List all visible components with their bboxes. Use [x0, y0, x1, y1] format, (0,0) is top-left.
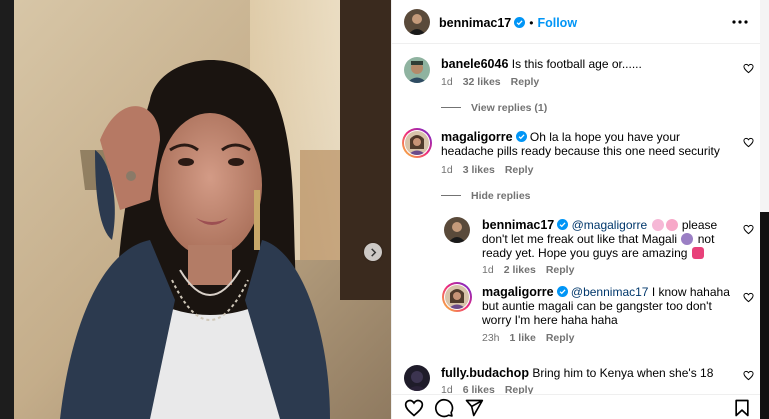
reply-button[interactable]: Reply — [511, 76, 540, 88]
heart-outline-icon[interactable] — [743, 224, 754, 235]
hide-replies-label: Hide replies — [471, 190, 531, 202]
reply-item: magaligorre @bennimac17 I know hahaha bu… — [392, 282, 761, 347]
heart-face-emoji — [651, 219, 664, 231]
hide-replies-button[interactable]: Hide replies — [441, 190, 531, 202]
more-horizontal-icon[interactable] — [731, 13, 749, 31]
verified-badge-icon — [514, 17, 526, 28]
reply-meta: 1d 2 likes Reply — [482, 264, 584, 276]
comment-item: banele6046 Is this football age or......… — [392, 52, 761, 132]
comment-icon[interactable] — [434, 398, 454, 418]
praying-hands-emoji — [681, 233, 694, 245]
comment-meta: 1d 3 likes Reply — [441, 164, 543, 176]
scrollbar-backdrop — [760, 0, 769, 419]
reply-likes[interactable]: 1 like — [510, 332, 536, 344]
reply-likes[interactable]: 2 likes — [504, 264, 536, 276]
next-photo-button[interactable] — [364, 243, 382, 261]
reply-item: bennimac17 @magaligorre please don't let… — [392, 215, 761, 280]
post-header: bennimac17 • Follow — [392, 0, 761, 44]
comment-time[interactable]: 1d — [441, 164, 453, 176]
comment-text: Is this football age or...... — [511, 57, 642, 71]
view-replies-button[interactable]: View replies (1) — [441, 102, 547, 114]
comment-username[interactable]: fully.budachop — [441, 366, 529, 380]
comment-likes[interactable]: 3 likes — [463, 164, 495, 176]
heart-face-emoji — [665, 219, 678, 231]
reply-meta: 23h 1 like Reply — [482, 332, 584, 344]
heart-outline-icon[interactable] — [743, 292, 754, 303]
comment-time[interactable]: 1d — [441, 76, 453, 88]
heart-outline-icon[interactable] — [743, 63, 754, 74]
verified-badge-icon — [515, 131, 527, 142]
comment-meta: 1d 32 likes Reply — [441, 76, 549, 88]
commenter-avatar — [445, 285, 469, 309]
story-ring[interactable] — [442, 282, 472, 312]
send-icon[interactable] — [464, 398, 484, 418]
divider-line — [441, 195, 461, 196]
view-replies-label: View replies (1) — [471, 102, 548, 114]
reply-button[interactable]: Reply — [546, 264, 575, 276]
author-username[interactable]: bennimac17 — [439, 16, 511, 30]
post-photo[interactable] — [0, 0, 391, 419]
heart-emoji — [691, 247, 704, 259]
reply-username[interactable]: magaligorre — [482, 285, 554, 299]
reply-button[interactable]: Reply — [546, 332, 575, 344]
story-ring[interactable] — [402, 128, 432, 158]
reply-username[interactable]: bennimac17 — [482, 218, 554, 232]
divider-line — [441, 107, 461, 108]
separator-dot: • — [529, 16, 534, 30]
bookmark-icon[interactable] — [732, 398, 752, 418]
chevron-right-icon — [370, 247, 376, 257]
author-avatar[interactable] — [404, 9, 430, 35]
verified-badge-icon — [557, 219, 569, 230]
heart-outline-icon[interactable] — [743, 137, 754, 148]
mention-link[interactable]: @magaligorre — [572, 218, 648, 232]
mention-link[interactable]: @bennimac17 — [571, 285, 649, 299]
comment-item: magaligorre Oh la la hope you have your … — [392, 128, 761, 208]
commenter-avatar — [405, 131, 429, 155]
heart-outline-icon[interactable] — [743, 370, 754, 381]
commenter-avatar[interactable] — [444, 217, 470, 243]
comment-username[interactable]: magaligorre — [441, 130, 513, 144]
commenter-avatar[interactable] — [404, 57, 430, 83]
comment-likes[interactable]: 32 likes — [463, 76, 501, 88]
verified-badge-icon — [556, 286, 568, 297]
post-action-bar — [392, 394, 761, 419]
heart-icon[interactable] — [404, 398, 424, 418]
comment-username[interactable]: banele6046 — [441, 57, 508, 71]
post-image — [0, 0, 391, 419]
reply-time[interactable]: 23h — [482, 332, 500, 344]
commenter-avatar[interactable] — [404, 365, 430, 391]
reply-button[interactable]: Reply — [505, 164, 534, 176]
comments-panel: bennimac17 • Follow banele6046 Is this foo… — [391, 0, 761, 419]
follow-button[interactable]: Follow — [537, 16, 577, 30]
comment-text: Bring him to Kenya when she's 18 — [532, 366, 714, 380]
reply-time[interactable]: 1d — [482, 264, 494, 276]
